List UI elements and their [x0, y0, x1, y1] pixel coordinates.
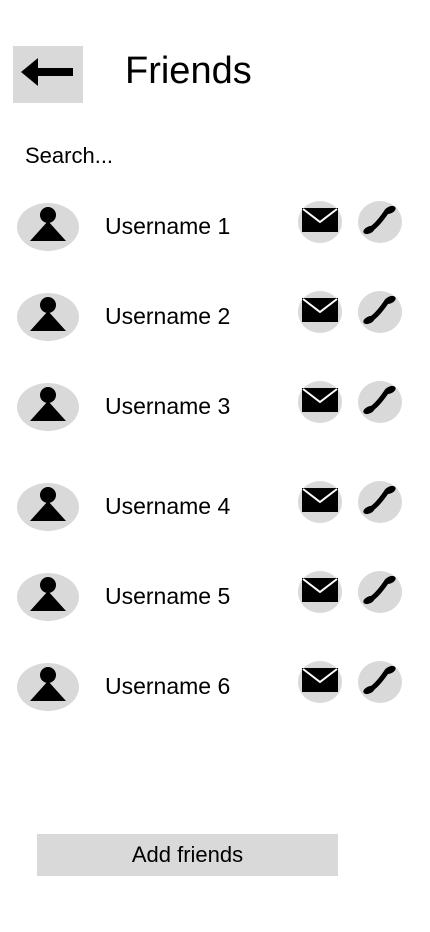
- friend-username: Username 2: [105, 303, 231, 329]
- person-icon: [28, 295, 68, 340]
- call-button[interactable]: [358, 201, 402, 243]
- friend-username: Username 5: [105, 583, 231, 609]
- person-icon: [28, 385, 68, 430]
- person-icon: [28, 205, 68, 250]
- add-friends-button[interactable]: Add friends: [37, 834, 338, 876]
- call-button[interactable]: [358, 291, 402, 333]
- friend-row[interactable]: Username 1: [0, 201, 430, 251]
- avatar: [17, 293, 79, 341]
- phone-icon: [363, 665, 397, 700]
- envelope-icon: [302, 667, 338, 697]
- friend-row[interactable]: Username 5: [0, 571, 430, 621]
- phone-icon: [363, 295, 397, 330]
- avatar: [17, 383, 79, 431]
- envelope-icon: [302, 297, 338, 327]
- person-icon: [28, 665, 68, 710]
- phone-icon: [363, 485, 397, 520]
- message-button[interactable]: [298, 201, 342, 243]
- call-button[interactable]: [358, 571, 402, 613]
- message-button[interactable]: [298, 661, 342, 703]
- phone-icon: [363, 205, 397, 240]
- avatar: [17, 203, 79, 251]
- friend-username: Username 6: [105, 673, 231, 699]
- friend-row[interactable]: Username 3: [0, 381, 430, 431]
- friend-username: Username 3: [105, 393, 231, 419]
- back-button[interactable]: [13, 46, 83, 103]
- call-button[interactable]: [358, 481, 402, 523]
- phone-icon: [363, 575, 397, 610]
- envelope-icon: [302, 577, 338, 607]
- envelope-icon: [302, 387, 338, 417]
- avatar: [17, 573, 79, 621]
- friend-row[interactable]: Username 4: [0, 481, 430, 531]
- page-title: Friends: [125, 50, 252, 92]
- message-button[interactable]: [298, 291, 342, 333]
- message-button[interactable]: [298, 381, 342, 423]
- friend-username: Username 4: [105, 493, 231, 519]
- arrow-left-icon: [21, 55, 75, 94]
- friend-username: Username 1: [105, 213, 231, 239]
- call-button[interactable]: [358, 661, 402, 703]
- message-button[interactable]: [298, 571, 342, 613]
- avatar: [17, 663, 79, 711]
- friend-row[interactable]: Username 2: [0, 291, 430, 341]
- person-icon: [28, 485, 68, 530]
- call-button[interactable]: [358, 381, 402, 423]
- envelope-icon: [302, 207, 338, 237]
- message-button[interactable]: [298, 481, 342, 523]
- avatar: [17, 483, 79, 531]
- envelope-icon: [302, 487, 338, 517]
- search-input[interactable]: [25, 140, 405, 172]
- phone-icon: [363, 385, 397, 420]
- friend-row[interactable]: Username 6: [0, 661, 430, 711]
- person-icon: [28, 575, 68, 620]
